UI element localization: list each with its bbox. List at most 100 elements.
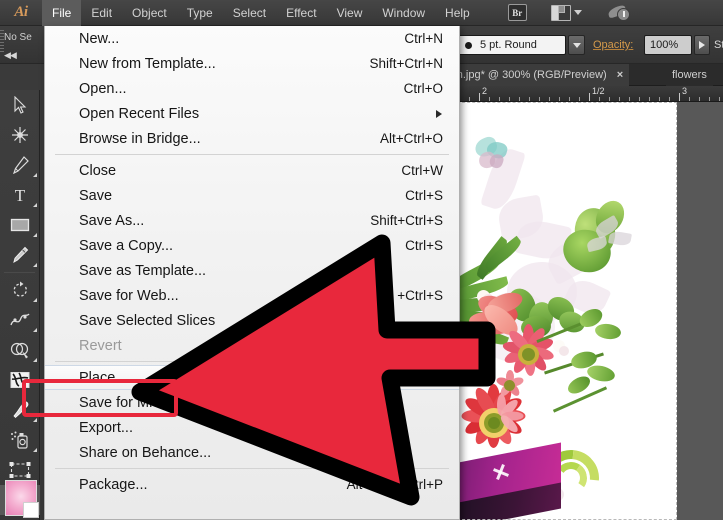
menu-item-label: Browse in Bridge... [79, 130, 201, 147]
menu-item-package[interactable]: Package... Alt+Shift+Ctrl+P [45, 472, 459, 497]
submenu-arrow-icon [436, 109, 442, 118]
menu-item-open-recent-files[interactable]: Open Recent Files [45, 101, 459, 126]
svg-text:T: T [15, 186, 26, 204]
fill-stroke-swatch[interactable] [5, 480, 39, 518]
menu-item-label: Save for Web... [79, 287, 179, 304]
menu-item-label: Save as Template... [79, 262, 207, 279]
menu-item-label: Package... [79, 476, 148, 493]
menu-item-save-as-template[interactable]: Save as Template... [45, 258, 459, 283]
document-tab-active[interactable]: ation.jpg* @ 300% (RGB/Preview) × [433, 64, 630, 86]
document-tab-bar: ation.jpg* @ 300% (RGB/Preview) × flower… [433, 64, 723, 86]
chevron-right-icon [699, 41, 705, 49]
opacity-label[interactable]: Opacity: [593, 39, 633, 51]
warp-tool[interactable] [0, 305, 40, 335]
menu-item-label: Close [79, 162, 117, 179]
mesh-gradient-tool[interactable] [0, 365, 40, 395]
brush-dropdown-button[interactable] [568, 35, 585, 55]
menu-item-place[interactable]: Place... +Ctrl+P [45, 365, 459, 390]
menu-item-label: Open... [79, 80, 127, 97]
illustrator-window: Ai File Edit Object Type Select Effect V… [0, 0, 723, 520]
ruler-label: 3 [682, 86, 688, 96]
tool-more-icon [33, 328, 37, 332]
shape-builder-tool[interactable] [0, 335, 40, 365]
symbol-sprayer-tool[interactable] [0, 425, 40, 455]
menu-item-new[interactable]: New... Ctrl+N [45, 26, 459, 51]
menu-effect[interactable]: Effect [276, 0, 326, 26]
menu-separator [55, 468, 449, 469]
menu-object[interactable]: Object [122, 0, 177, 26]
pen-tool[interactable] [0, 150, 40, 180]
close-icon[interactable]: × [617, 69, 623, 81]
menu-type[interactable]: Type [177, 0, 223, 26]
tool-more-icon [33, 418, 37, 422]
menu-item-label: Open Recent Files [79, 105, 200, 122]
rectangle-tool[interactable] [0, 210, 40, 240]
menu-file[interactable]: File [42, 0, 82, 26]
menu-item-shortcut: Ctrl+O [403, 81, 443, 96]
style-label[interactable]: Style [714, 39, 723, 51]
menu-item-shortcut: +Ctrl+S [397, 288, 443, 303]
selection-tool[interactable] [0, 90, 40, 120]
file-menu-dropdown[interactable]: New... Ctrl+N New from Template... Shift… [44, 26, 460, 520]
menu-item-label: New from Template... [79, 55, 216, 72]
menu-item-label: Share on Behance... [79, 444, 212, 461]
tool-more-icon [33, 203, 37, 207]
menu-item-open[interactable]: Open... Ctrl+O [45, 76, 459, 101]
eyedropper-tool[interactable] [0, 395, 40, 425]
menu-item-save-for-microsoft-office[interactable]: Save for Microsoft Office... [45, 390, 459, 415]
workspace-icon [606, 3, 632, 23]
tool-more-icon [33, 298, 37, 302]
arrange-documents-button[interactable] [545, 0, 588, 26]
brush-label: 5 pt. Round [480, 39, 537, 51]
tab-title: ation.jpg* @ 300% (RGB/Preview) [439, 69, 607, 81]
menu-item-new-from-template[interactable]: New from Template... Shift+Ctrl+N [45, 51, 459, 76]
artboard[interactable] [447, 102, 677, 520]
menu-edit[interactable]: Edit [81, 0, 122, 26]
document-tab-inactive[interactable]: flowers [666, 64, 713, 86]
bridge-button[interactable]: Br [502, 0, 533, 26]
menu-item-close[interactable]: Close Ctrl+W [45, 158, 459, 183]
menu-help[interactable]: Help [435, 0, 480, 26]
menu-item-share-on-behance[interactable]: Share on Behance... [45, 440, 459, 465]
paintbrush-tool[interactable] [0, 240, 40, 270]
tool-more-icon [33, 263, 37, 267]
horizontal-ruler[interactable]: 2 1/2 3 [433, 86, 723, 102]
type-tool[interactable]: T [0, 180, 40, 210]
menu-item-label: Revert [79, 337, 122, 354]
opacity-stepper-button[interactable] [694, 35, 710, 55]
menu-item-browse-in-bridge[interactable]: Browse in Bridge... Alt+Ctrl+O [45, 126, 459, 151]
menu-item-shortcut: Ctrl+N [404, 31, 443, 46]
menu-view[interactable]: View [327, 0, 373, 26]
menu-separator [55, 361, 449, 362]
menu-window[interactable]: Window [372, 0, 435, 26]
workspace-switcher-button[interactable] [602, 0, 638, 26]
menu-item-revert: Revert [45, 333, 459, 358]
menu-item-shortcut: Ctrl+S [405, 238, 443, 253]
menu-item-save-selected-slices[interactable]: Save Selected Slices [45, 308, 459, 333]
menu-item-save-for-web[interactable]: Save for Web... +Ctrl+S [45, 283, 459, 308]
tool-more-icon [33, 233, 37, 237]
menu-item-shortcut: Ctrl+S [405, 188, 443, 203]
artwork-flowers [447, 102, 677, 520]
brush-preview-icon [465, 41, 472, 49]
menu-item-save[interactable]: Save Ctrl+S [45, 183, 459, 208]
menu-item-shortcut: Shift+Ctrl+N [369, 56, 443, 71]
menu-select[interactable]: Select [223, 0, 276, 26]
bridge-icon: Br [507, 4, 527, 21]
tab-title: flowers [672, 69, 707, 81]
tool-more-icon [33, 358, 37, 362]
magic-wand-tool[interactable] [0, 120, 40, 150]
opacity-input[interactable]: 100% [644, 35, 692, 55]
menu-item-shortcut: Ctrl+W [401, 163, 443, 178]
menu-item-export[interactable]: Export... [45, 415, 459, 440]
menu-item-shortcut: Alt+Shift+Ctrl+P [346, 477, 443, 492]
brush-selector[interactable]: 5 pt. Round [456, 35, 566, 55]
collapse-panel-icon[interactable]: ◀◀ [4, 50, 17, 61]
selection-status: No Se [4, 32, 32, 43]
rotate-tool[interactable] [0, 275, 40, 305]
menu-bar: Ai File Edit Object Type Select Effect V… [0, 0, 723, 26]
chevron-down-icon [573, 10, 582, 15]
canvas-area[interactable]: 2 1/2 3 [433, 86, 723, 520]
menu-item-save-a-copy[interactable]: Save a Copy... Ctrl+S [45, 233, 459, 258]
menu-item-save-as[interactable]: Save As... Shift+Ctrl+S [45, 208, 459, 233]
